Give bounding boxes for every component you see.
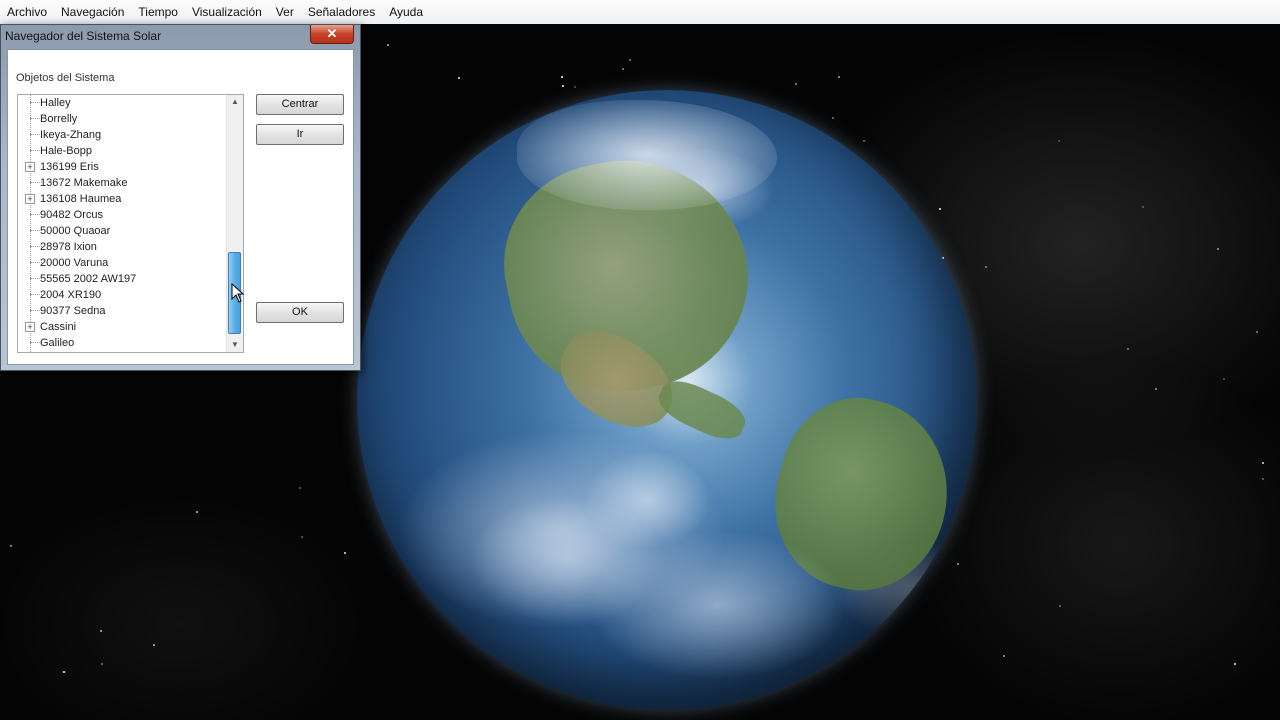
star [1223,378,1225,380]
star [63,671,65,673]
expand-plus-icon[interactable]: + [25,194,35,204]
tree-item-label: 20000 Varuna [40,257,109,269]
star [622,68,624,70]
tree-item[interactable]: Ikeya-Zhang [18,127,226,143]
star [1262,462,1264,464]
arrow-pointer-icon [231,283,245,303]
tree-item[interactable]: Borrelly [18,111,226,127]
star [1256,331,1258,333]
star [957,563,959,565]
tree-item[interactable]: 2004 XR190 [18,287,226,303]
tree-item-label: Cassini [40,321,77,333]
star [985,266,987,268]
tree-item-label: Ikeya-Zhang [40,129,102,141]
ok-button[interactable]: OK [256,302,344,323]
star [458,77,460,79]
greenland-clouds [517,100,777,210]
tree-item-label: 50000 Quaoar [40,225,111,237]
dialog-titlebar[interactable]: Navegador del Sistema Solar ✕ [1,25,360,49]
menu-ver[interactable]: Ver [269,1,301,23]
tree-item-label: Galileo [40,337,75,349]
star [196,511,198,513]
tree-item[interactable]: 13672 Makemake [18,175,226,191]
star [561,76,563,78]
tree-item-label: 90377 Sedna [40,305,106,317]
star [562,85,564,87]
tree-item[interactable]: +136199 Eris [18,159,226,175]
tree-item[interactable]: 28978 Ixion [18,239,226,255]
star [1262,478,1264,480]
go-button[interactable]: Ir [256,124,344,145]
tree-item-label: 13672 Makemake [40,177,128,189]
star [1058,140,1060,142]
tree-item[interactable]: + Cassini [18,319,226,335]
menu-archivo[interactable]: Archivo [0,1,54,23]
star [299,487,301,489]
star [153,644,155,646]
scroll-down-icon[interactable]: ▼ [227,338,243,352]
star [100,630,102,632]
tree-item[interactable]: Hale-Bopp [18,143,226,159]
star [863,140,865,142]
menu-senaladores[interactable]: Señaladores [301,1,382,23]
dialog-title: Navegador del Sistema Solar [5,29,162,43]
tree-item[interactable]: 50000 Quaoar [18,223,226,239]
solar-system-navigator-dialog: Navegador del Sistema Solar ✕ Objetos de… [0,24,361,371]
center-button[interactable]: Centrar [256,94,344,115]
tree-item-label: 2004 XR190 [40,289,102,301]
star [1127,348,1129,350]
tree-item[interactable]: Halley [18,95,226,111]
tree-item-label: Borrelly [40,113,78,125]
tree-item-label: 28978 Ixion [40,241,97,253]
star [10,545,12,547]
star [1142,206,1144,208]
tree-item[interactable]: 55565 2002 AW197 [18,271,226,287]
star [939,208,941,210]
menu-navegacion[interactable]: Navegación [54,1,131,23]
star [101,663,103,665]
earth-globe[interactable] [357,90,977,710]
menu-tiempo[interactable]: Tiempo [131,1,185,23]
star [301,536,303,538]
tree-item-label: Hale-Bopp [40,145,92,157]
menu-bar: Archivo Navegación Tiempo Visualización … [0,0,1280,25]
star [1217,248,1219,250]
tree-item-label: 90482 Orcus [40,209,103,221]
scroll-up-icon[interactable]: ▲ [227,95,243,109]
vertical-scrollbar[interactable]: ▲ ▼ [226,95,243,352]
tree-item[interactable]: +136108 Haumea [18,191,226,207]
central-america [652,372,752,448]
tree-item-label: Halley [40,97,71,109]
close-button[interactable]: ✕ [310,25,354,44]
star [832,117,834,119]
star [344,552,346,554]
dialog-client-area: Objetos del Sistema Halley Borrelly Ikeya-… [7,49,354,365]
star [795,83,797,85]
system-objects-tree[interactable]: Halley Borrelly Ikeya-Zhang Hale-Bopp +13619… [17,94,244,353]
star [574,86,576,88]
tree-item-label: 136199 Eris [40,161,99,173]
tree-item[interactable]: 90482 Orcus [18,207,226,223]
expand-plus-icon[interactable]: + [25,162,35,172]
close-icon: ✕ [326,26,338,41]
star [1059,605,1061,607]
tree-item-label: 136108 Haumea [40,193,122,205]
tree-item-label: 55565 2002 AW197 [40,273,137,285]
tree-item[interactable]: 20000 Varuna [18,255,226,271]
system-objects-label: Objetos del Sistema [16,72,115,84]
star [1234,663,1236,665]
star [1155,388,1157,390]
star [838,76,840,78]
menu-visualizacion[interactable]: Visualización [185,1,269,23]
star [387,44,389,46]
star [1003,655,1005,657]
tree-item[interactable]: Galileo [18,335,226,351]
menu-ayuda[interactable]: Ayuda [382,1,430,23]
expand-plus-icon[interactable]: + [25,322,35,332]
star [629,59,631,61]
tree-item[interactable]: 90377 Sedna [18,303,226,319]
